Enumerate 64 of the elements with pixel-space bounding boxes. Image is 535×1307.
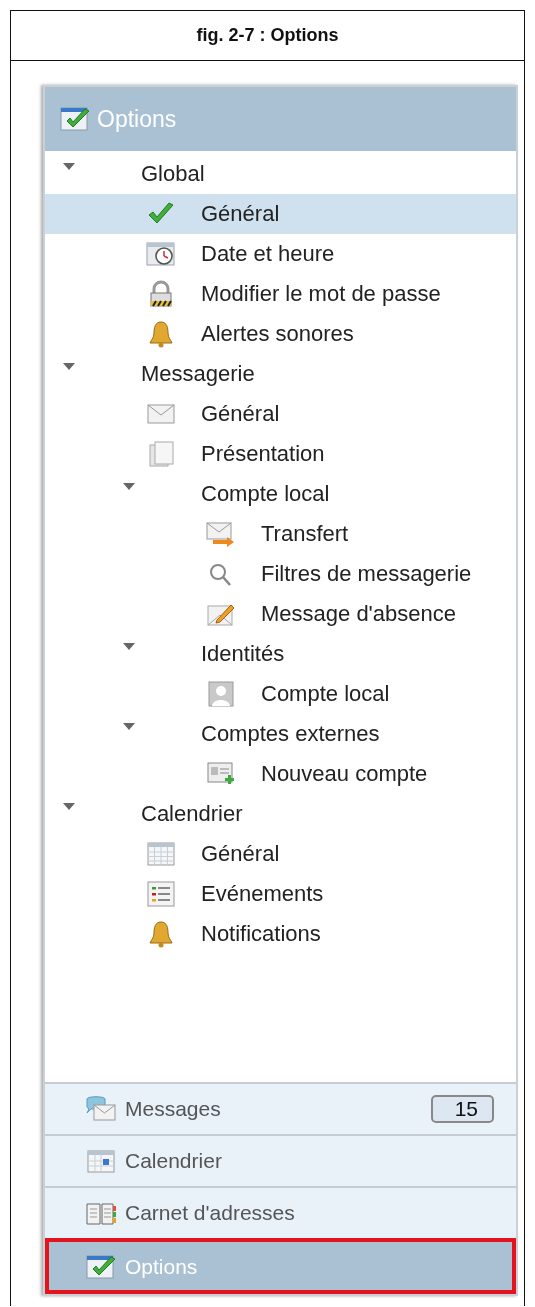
nav-button[interactable]: Carnet d'adresses [45,1186,516,1238]
window-check-icon [85,1253,117,1281]
tree-item[interactable]: Notifications [45,914,516,954]
tree-label: Modifier le mot de passe [201,281,441,307]
tree-label: Comptes externes [201,721,380,747]
tree-item[interactable]: Calendrier [45,794,516,834]
calendar-icon [85,1147,117,1175]
tree-item[interactable]: Nouveau compte [45,754,516,794]
tree-label: Identités [201,641,285,667]
tree-item[interactable]: Filtres de messagerie [45,554,516,594]
expand-arrow-icon[interactable] [122,482,136,492]
tree-label: Evénements [201,881,324,907]
tree-item[interactable]: Global [45,154,516,194]
tree-label: Général [201,201,280,227]
person-icon [205,680,237,708]
expand-arrow-icon[interactable] [62,362,76,372]
tree-label: Calendrier [141,801,243,827]
tree-label: Messagerie [141,361,255,387]
nav-button[interactable]: Calendrier [45,1134,516,1186]
tree-label: Nouveau compte [261,761,428,787]
tree-item[interactable]: Présentation [45,434,516,474]
calendar-icon [145,840,177,868]
nav-label: Calendrier [125,1149,223,1173]
tree-label: Alertes sonores [201,321,354,347]
tree-item[interactable]: Compte local [45,674,516,714]
tree-item[interactable]: Identités [45,634,516,674]
tree-item[interactable]: Général [45,834,516,874]
calendar-clock-icon [145,240,177,268]
window-check-icon [59,105,91,133]
expand-arrow-icon[interactable] [122,642,136,652]
tree-label: Compte local [261,681,390,707]
tree-item[interactable]: Général [45,394,516,434]
tree-item[interactable]: Général [45,194,516,234]
tree-item[interactable]: Compte local [45,474,516,514]
tree-label: Général [201,401,280,427]
nav-label: Messages [125,1097,222,1121]
expand-arrow-icon[interactable] [62,162,76,172]
tree-label: Transfert [261,521,349,547]
tree-label: Présentation [201,441,325,467]
nav-button[interactable]: Messages 15 [45,1082,516,1134]
tree-label: Notifications [201,921,321,947]
tree-label: Filtres de messagerie [261,561,472,587]
tree-item[interactable]: Date et heure [45,234,516,274]
nav-label: Options [125,1255,199,1279]
tree-item[interactable]: Message d'absence [45,594,516,634]
tree-label: Compte local [201,481,330,507]
tree-label: Date et heure [201,241,335,267]
panel-title: Options [97,105,177,133]
tree-label: Général [201,841,280,867]
expand-arrow-icon[interactable] [62,802,76,812]
tree-item[interactable]: Messagerie [45,354,516,394]
figure-caption: fig. 2-7 : Options [11,11,524,61]
count-badge: 15 [430,1095,494,1123]
expand-arrow-icon[interactable] [122,722,136,732]
tree-item[interactable]: Transfert [45,514,516,554]
tree-item[interactable]: Comptes externes [45,714,516,754]
tree-item[interactable]: Alertes sonores [45,314,516,354]
list-icon [145,880,177,908]
tree-label: Message d'absence [261,601,456,627]
nav-label: Carnet d'adresses [125,1201,296,1225]
speech-envelope-icon [85,1095,117,1123]
tree-label: Global [141,161,205,187]
tree-item[interactable]: Modifier le mot de passe [45,274,516,314]
tree-item[interactable]: Evénements [45,874,516,914]
